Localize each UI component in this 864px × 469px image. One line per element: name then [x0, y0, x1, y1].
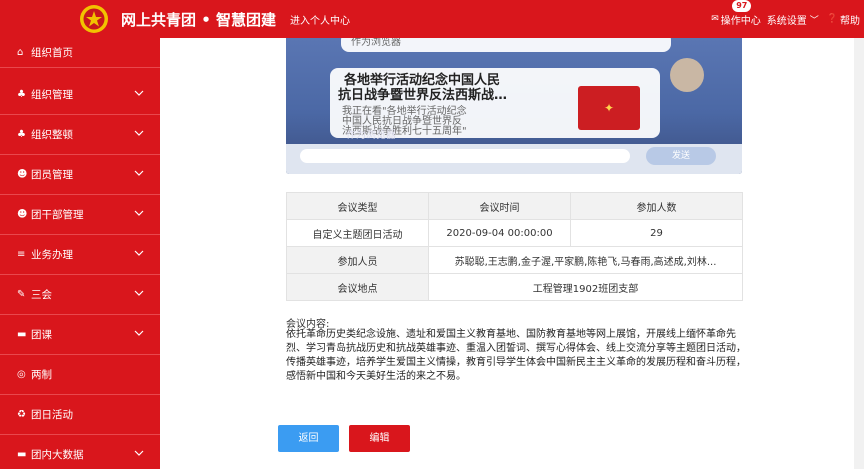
sidebar-item-label: 组织首页 [31, 47, 73, 59]
members-icon: ☻ [17, 209, 28, 220]
sidebar-item-league-day[interactable]: ♻ 团日活动 [0, 395, 160, 435]
sidebar-item-label: 两制 [31, 369, 52, 381]
org-tree-icon: ♣ [17, 89, 26, 100]
photo-top-strip-text: 作为浏览器 [351, 38, 401, 48]
back-button[interactable]: 返回 [278, 425, 339, 452]
meeting-type-value: 自定义主题团日活动 [286, 219, 429, 247]
sidebar-item-org-home[interactable]: ⌂ 组织首页 [0, 38, 160, 68]
sidebar-item-label: 组织整顿 [31, 129, 73, 141]
recycle-icon: ♻ [17, 409, 26, 420]
photo-send-button: 发送 [646, 147, 716, 165]
meeting-info-table: 会议类型 会议时间 参加人数 自定义主题团日活动 2020-09-04 00:0… [286, 192, 743, 301]
system-settings-label: 系统设置 [766, 15, 807, 27]
table-header-cell: 参加人数 [570, 192, 743, 220]
sidebar-item-org-rectify[interactable]: ♣ 组织整顿 [0, 115, 160, 155]
chevron-down-icon [134, 290, 144, 296]
location-label: 会议地点 [286, 273, 429, 301]
help-label: 帮助 [840, 15, 860, 27]
photo-card-thumbnail: ✦ [578, 86, 640, 130]
sidebar-item-label: 业务办理 [31, 249, 73, 261]
folder-icon: ▬ [17, 449, 27, 460]
sidebar-item-label: 团员管理 [31, 169, 73, 181]
table-row: 会议类型 会议时间 参加人数 [286, 192, 743, 220]
sidebar-nav: ⌂ 组织首页 ♣ 组织管理 ♣ 组织整顿 ☻ 团员管理 ☻ 团干部管理 ≡ 业务… [0, 38, 160, 469]
youth-league-logo[interactable] [74, 2, 114, 36]
photo-card-top: 作为浏览器 [341, 38, 671, 52]
sidebar-item-label: 团课 [31, 329, 52, 341]
help-link[interactable]: ❓ 帮助 [827, 12, 860, 27]
sidebar-item-label: 团日活动 [31, 409, 73, 421]
table-row: 自定义主题团日活动 2020-09-04 00:00:00 29 [286, 219, 743, 247]
envelope-icon: ✉ [711, 14, 719, 24]
chevron-down-icon [134, 170, 144, 176]
participants-value: 苏聪聪,王志鹏,金子渥,平家鹏,陈艳飞,马春雨,高述成,刘林... [428, 246, 743, 274]
chevron-down-icon: ﹀ [809, 15, 819, 26]
photo-card-title-2: 抗日战争暨世界反法西斯战… [338, 88, 508, 103]
participants-label: 参加人员 [286, 246, 429, 274]
table-row: 会议地点 工程管理1902班团支部 [286, 273, 743, 301]
members-icon: ☻ [17, 169, 28, 180]
org-tree-icon: ♣ [17, 129, 26, 140]
sidebar-item-label: 组织管理 [31, 89, 73, 101]
sidebar-item-big-data[interactable]: ▬ 团内大数据 [0, 435, 160, 469]
question-circle-icon: ❓ [826, 14, 838, 24]
edit-button[interactable]: 编辑 [349, 425, 410, 452]
attendee-count-value: 29 [570, 219, 743, 247]
sidebar-item-business[interactable]: ≡ 业务办理 [0, 235, 160, 275]
top-header: 网上共青团 • 智慧团建 进入个人中心 ✉ 操作中心 97 系统设置 ﹀ ❓ 帮… [0, 0, 864, 38]
sidebar-item-label: 三会 [31, 289, 52, 301]
location-value: 工程管理1902班团支部 [428, 273, 743, 301]
photo-card-main: 各地举行活动纪念中国人民 抗日战争暨世界反法西斯战… 我正在看"各地举行活动纪念… [330, 68, 660, 138]
enter-personal-center-link[interactable]: 进入个人中心 [290, 12, 350, 27]
sidebar-item-org-management[interactable]: ♣ 组织管理 [0, 75, 160, 115]
table-header-cell: 会议时间 [428, 192, 571, 220]
photo-card-title-1: 各地举行活动纪念中国人民 [344, 73, 501, 88]
system-settings-menu[interactable]: 系统设置 ﹀ [767, 12, 821, 27]
sidebar-item-two-systems[interactable]: ◎ 两制 [0, 355, 160, 395]
operation-center-label: 操作中心 [720, 15, 761, 27]
chevron-down-icon [134, 90, 144, 96]
folder-icon: ▬ [17, 329, 27, 340]
sidebar-item-member-management[interactable]: ☻ 团员管理 [0, 155, 160, 195]
home-icon: ⌂ [17, 47, 24, 58]
table-header-cell: 会议类型 [286, 192, 429, 220]
chevron-down-icon [134, 250, 144, 256]
meeting-content-text: 依托革命历史类纪念设施、遗址和爱国主义教育基地、国防教育基地等网上展馆，开展线上… [286, 329, 746, 382]
sidebar-item-league-class[interactable]: ▬ 团课 [0, 315, 160, 355]
photo-chat-input [300, 149, 630, 163]
meeting-time-value: 2020-09-04 00:00:00 [428, 219, 571, 247]
chevron-down-icon [134, 450, 144, 456]
sidebar-item-three-meetings[interactable]: ✎ 三会 [0, 275, 160, 315]
sidebar-item-cadre-management[interactable]: ☻ 团干部管理 [0, 195, 160, 235]
table-row: 参加人员 苏聪聪,王志鹏,金子渥,平家鹏,陈艳飞,马春雨,高述成,刘林... [286, 246, 743, 274]
avatar [670, 58, 704, 92]
notification-badge: 97 [732, 0, 752, 12]
target-icon: ◎ [17, 369, 26, 380]
scrollbar[interactable] [854, 38, 864, 469]
activity-photo: 作为浏览器 各地举行活动纪念中国人民 抗日战争暨世界反法西斯战… 我正在看"各地… [286, 38, 742, 174]
sidebar-item-label: 团内大数据 [31, 449, 84, 461]
sidebar-item-label: 团干部管理 [31, 209, 84, 221]
chevron-down-icon [134, 330, 144, 336]
photo-card-footer: 作为浏览器 [346, 130, 396, 141]
operation-center-link[interactable]: ✉ 操作中心 97 [711, 0, 761, 27]
list-icon: ≡ [17, 249, 26, 260]
photo-chat-bar: 发送 [286, 144, 742, 174]
chevron-down-icon [134, 130, 144, 136]
chevron-down-icon [134, 210, 144, 216]
edit-box-icon: ✎ [17, 289, 26, 300]
header-actions: ✉ 操作中心 97 系统设置 ﹀ ❓ 帮助 [705, 0, 860, 38]
app-title: 网上共青团 • 智慧团建 [121, 11, 277, 29]
